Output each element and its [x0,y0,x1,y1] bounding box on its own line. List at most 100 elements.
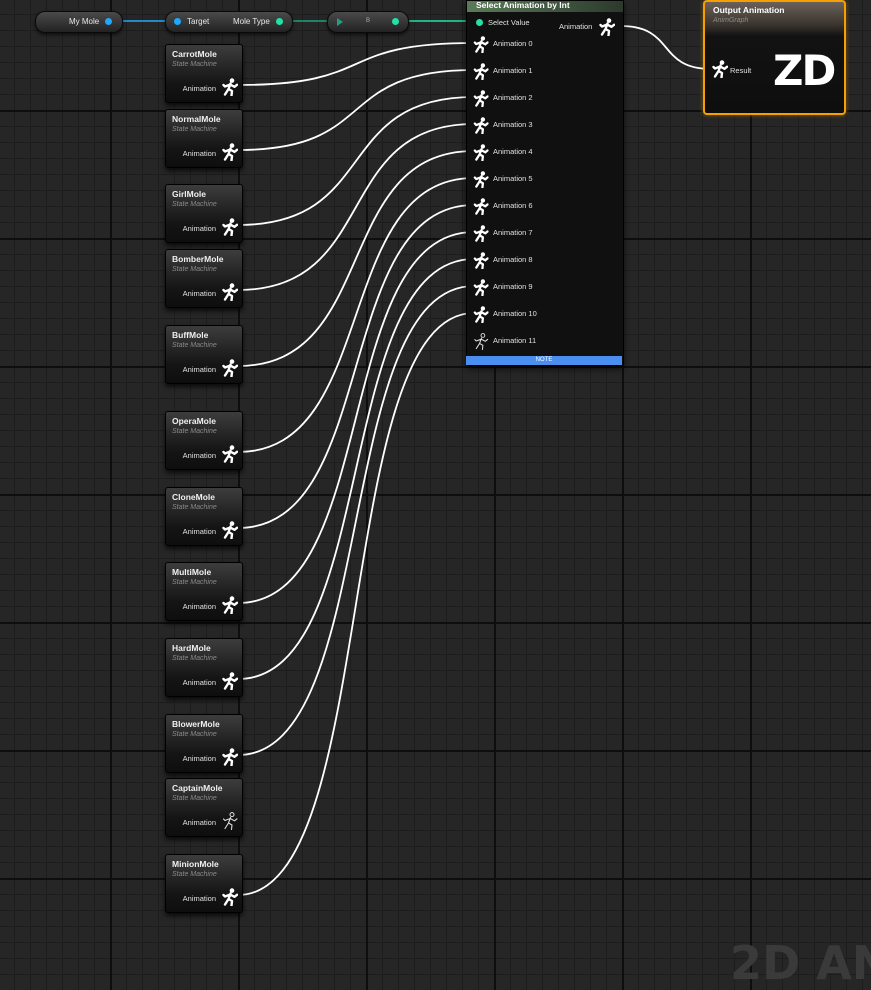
state-machine-node[interactable]: MultiMole State Machine Animation [165,562,243,621]
animation-input-row[interactable]: Animation 2 [467,89,623,107]
running-man-icon[interactable] [222,78,238,96]
animation-wire[interactable] [237,204,475,529]
animation-input-row[interactable]: Animation 0 [467,35,623,53]
state-machine-node[interactable]: CaptainMole State Machine Animation [165,778,243,837]
state-machine-node[interactable]: HardMole State Machine Animation [165,638,243,697]
mole-type-output-pin[interactable] [276,18,283,25]
animation-wire[interactable] [237,42,475,86]
animation-input-row[interactable]: Animation 1 [467,62,623,80]
running-man-icon[interactable] [473,279,489,296]
running-man-icon[interactable] [222,445,238,463]
animation-pin-label: Animation [182,678,216,687]
animation-input-label: Animation 1 [493,66,533,75]
animation-pin-label: Animation [182,224,216,233]
animation-pin-label: Animation [182,527,216,536]
animation-input-row[interactable]: Animation 9 [467,278,623,296]
animation-input-row[interactable]: Animation 4 [467,143,623,161]
animation-input-row[interactable]: Animation 3 [467,116,623,134]
animation-input-label: Animation 6 [493,201,533,210]
select-animation-by-int-node[interactable]: Select Animation by Int Select Value Ani… [466,0,624,366]
my-mole-variable-node[interactable]: My Mole [35,11,123,33]
running-man-icon[interactable] [712,60,728,78]
int-output-pin[interactable] [392,18,399,25]
running-man-icon[interactable] [473,36,489,53]
animation-pin-label: Animation [182,602,216,611]
state-machine-title: HardMole [172,643,211,653]
state-machine-subtitle: State Machine [172,731,217,738]
output-wire[interactable] [620,25,712,70]
state-machine-node[interactable]: NormalMole State Machine Animation [165,109,243,168]
state-machine-subtitle: State Machine [172,342,217,349]
running-man-icon[interactable] [473,144,489,161]
animation-input-row[interactable]: Animation 7 [467,224,623,242]
animation-input-row[interactable]: Animation 8 [467,251,623,269]
state-machine-subtitle: State Machine [172,795,217,802]
animation-input-label: Animation 8 [493,255,533,264]
state-machine-subtitle: State Machine [172,126,217,133]
running-man-icon[interactable] [473,225,489,242]
state-machine-node[interactable]: CloneMole State Machine Animation [165,487,243,546]
state-machine-title: MultiMole [172,567,212,577]
running-man-icon[interactable] [473,306,489,323]
animation-input-row[interactable]: Animation 5 [467,170,623,188]
animation-input-label: Animation 5 [493,174,533,183]
running-man-icon[interactable] [222,283,238,301]
running-man-icon[interactable] [599,18,615,36]
running-man-icon[interactable] [222,812,238,830]
running-man-icon[interactable] [222,521,238,539]
running-man-icon[interactable] [222,672,238,690]
output-animation-node[interactable]: Output Animation AnimGraph Result ZD [703,0,846,115]
target-input-pin[interactable] [174,18,181,25]
target-label: Target [187,17,210,26]
animation-wire[interactable] [237,177,475,453]
state-machine-node[interactable]: BomberMole State Machine Animation [165,249,243,308]
my-mole-label: My Mole [69,17,100,26]
running-man-icon[interactable] [473,333,489,350]
state-machine-node[interactable]: BlowerMole State Machine Animation [165,714,243,773]
select-value-pin[interactable] [476,19,483,26]
running-man-icon[interactable] [473,63,489,80]
enum-input-pin[interactable] [337,18,343,26]
output-node-subtitle: AnimGraph [713,17,749,24]
animation-input-label: Animation 0 [493,39,533,48]
animation-input-row[interactable]: Animation 10 [467,305,623,323]
animation-wire[interactable] [237,69,475,151]
note-bar[interactable]: NOTE [466,356,622,365]
animation-wire[interactable] [237,231,475,604]
enum-to-int-node[interactable]: B [327,11,409,33]
animation-wire[interactable] [237,285,475,756]
state-machine-node[interactable]: OperaMole State Machine Animation [165,411,243,470]
animation-wire[interactable] [237,123,475,291]
running-man-icon[interactable] [473,171,489,188]
running-man-icon[interactable] [222,143,238,161]
animation-wire[interactable] [237,258,475,680]
animation-wire[interactable] [237,96,475,226]
running-man-icon[interactable] [222,218,238,236]
state-machine-title: NormalMole [172,114,221,124]
state-machine-node[interactable]: GirlMole State Machine Animation [165,184,243,243]
running-man-icon[interactable] [222,596,238,614]
animation-input-row[interactable]: Animation 6 [467,197,623,215]
state-machine-node[interactable]: MinionMole State Machine Animation [165,854,243,913]
mole-type-label: Mole Type [233,17,270,26]
animation-pin-label: Animation [182,84,216,93]
animation-wire[interactable] [237,312,475,896]
running-man-icon[interactable] [473,117,489,134]
zd-logo: ZD [773,46,836,95]
cast-label: B [366,18,371,24]
running-man-icon[interactable] [222,359,238,377]
running-man-icon[interactable] [473,90,489,107]
running-man-icon[interactable] [473,252,489,269]
state-machine-subtitle: State Machine [172,579,217,586]
state-machine-node[interactable]: CarrotMole State Machine Animation [165,44,243,103]
animation-input-row[interactable]: Animation 11 [467,332,623,350]
state-machine-title: BuffMole [172,330,209,340]
animation-wire[interactable] [237,150,475,367]
my-mole-output-pin[interactable] [105,18,112,25]
state-machine-node[interactable]: BuffMole State Machine Animation [165,325,243,384]
get-mole-type-node[interactable]: Target Mole Type [165,11,293,33]
animation-input-label: Animation 11 [493,336,537,345]
running-man-icon[interactable] [222,748,238,766]
running-man-icon[interactable] [473,198,489,215]
running-man-icon[interactable] [222,888,238,906]
